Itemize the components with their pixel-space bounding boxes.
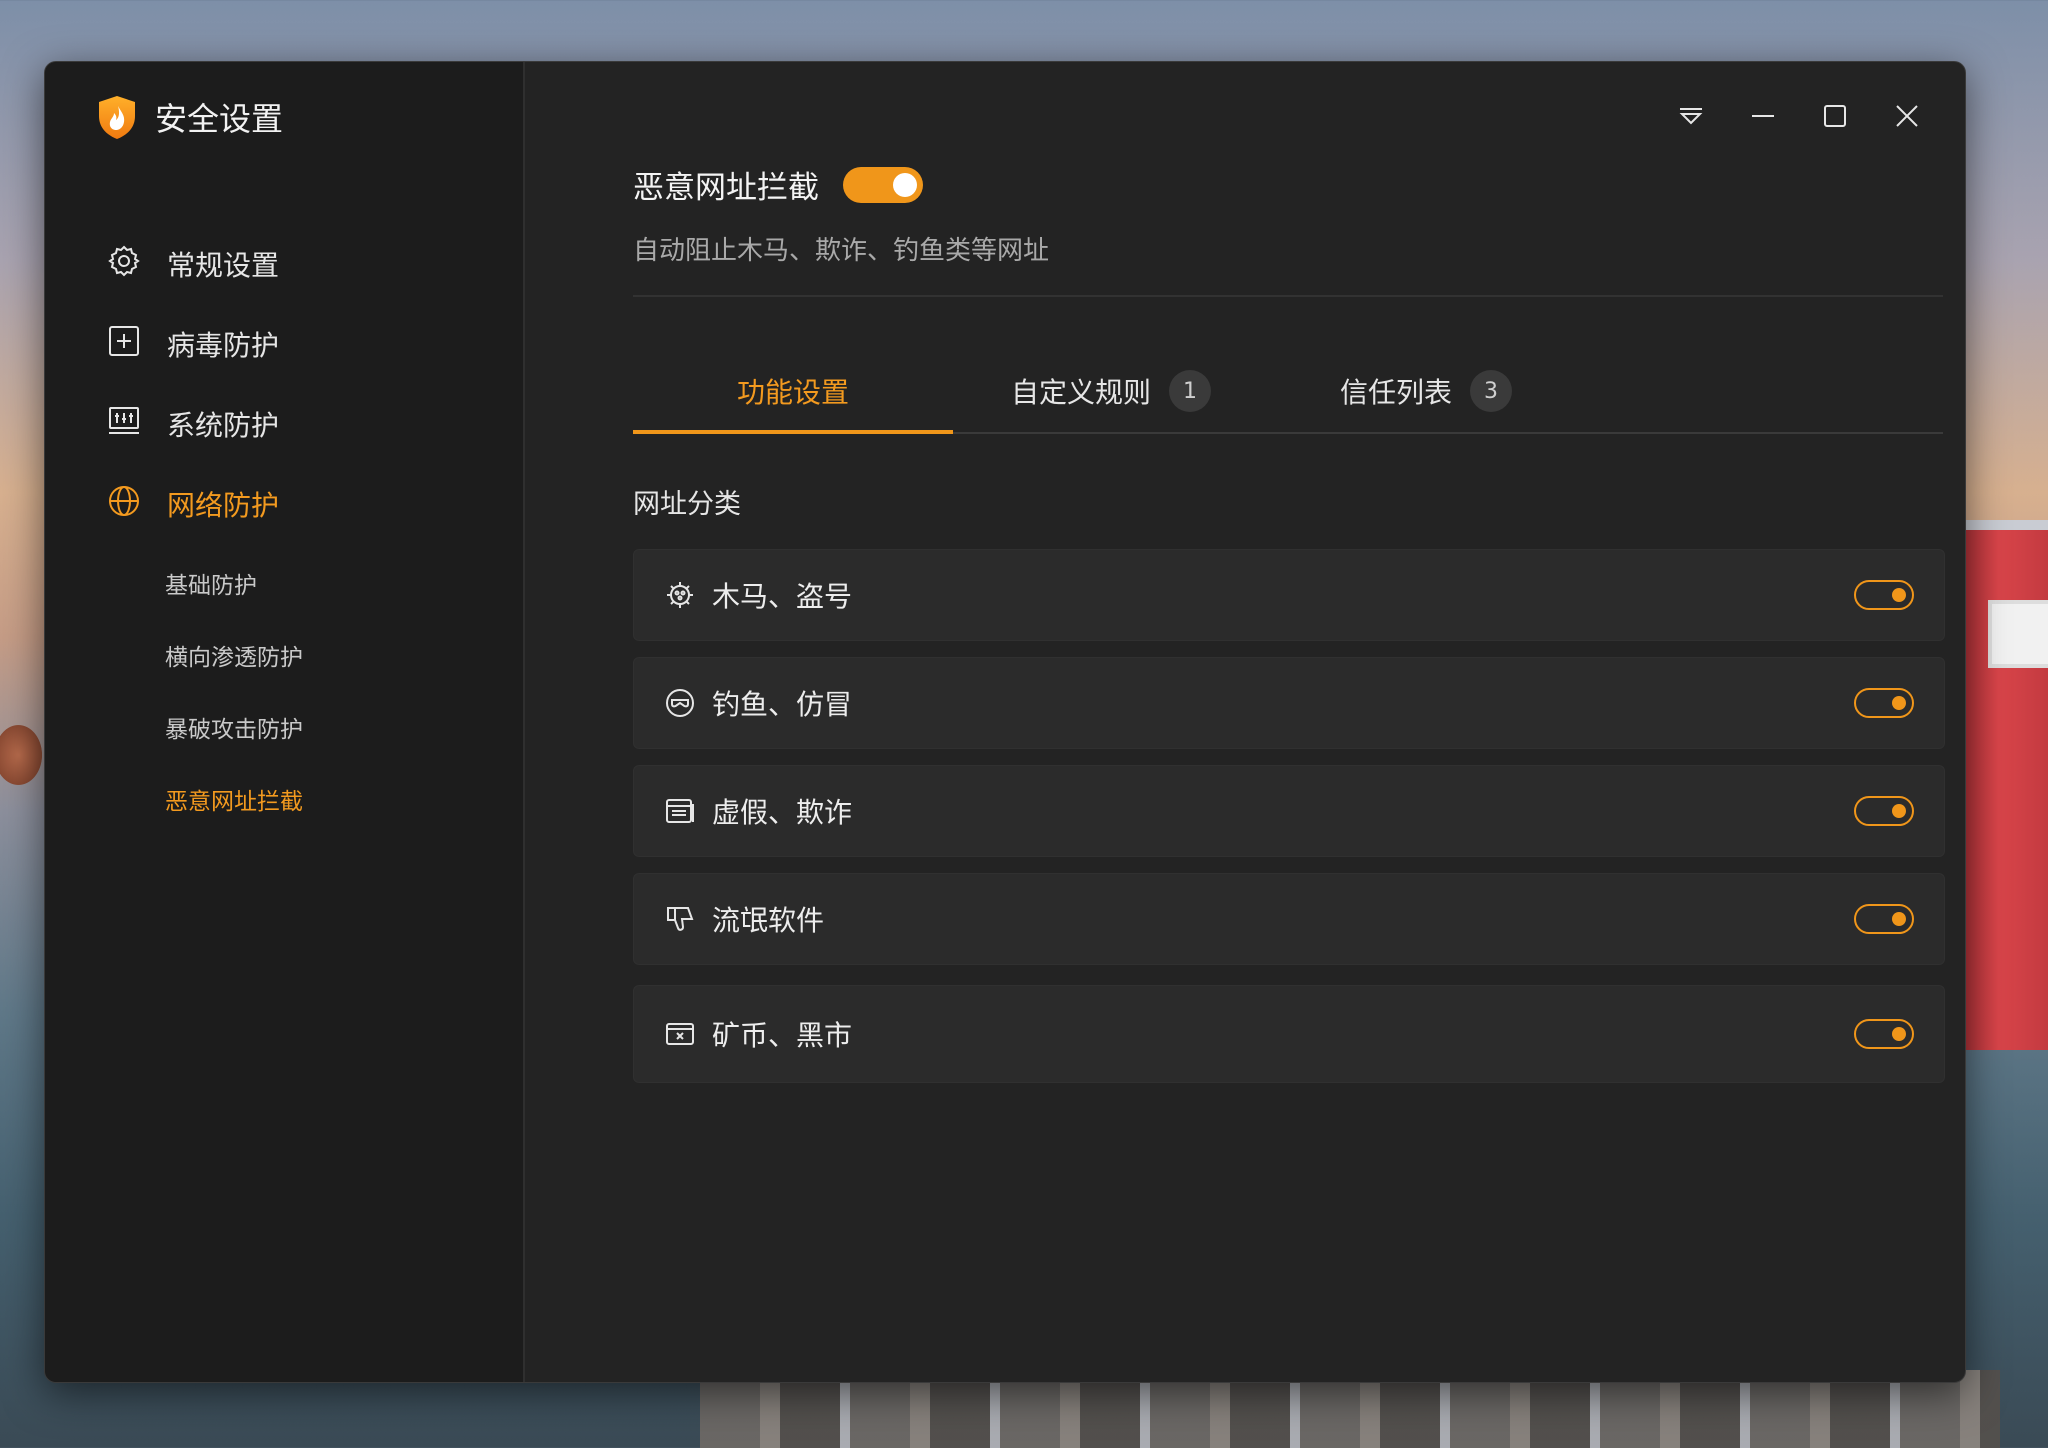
tab-trust-list[interactable]: 信任列表 3 xyxy=(1340,352,1513,430)
dropdown-icon[interactable] xyxy=(1673,98,1709,134)
feature-header: 恶意网址拦截 xyxy=(633,162,923,207)
category-row-phishing[interactable]: 钓鱼、仿冒 xyxy=(633,657,1945,749)
mask-icon xyxy=(664,687,696,719)
maximize-icon[interactable] xyxy=(1817,98,1853,134)
background-rocks xyxy=(0,720,46,790)
tab-custom-rules[interactable]: 自定义规则 1 xyxy=(1011,352,1212,430)
divider xyxy=(633,295,1943,297)
category-toggle[interactable] xyxy=(1854,580,1914,610)
tab-badge: 1 xyxy=(1169,370,1212,412)
sidebar-item-label: 网络防护 xyxy=(167,489,280,522)
sidebar-item-label: 病毒防护 xyxy=(167,329,280,362)
category-toggle[interactable] xyxy=(1854,1019,1914,1049)
sidebar-item-network-protection[interactable]: 网络防护 xyxy=(107,479,279,529)
blocked-window-icon xyxy=(664,1018,696,1050)
feature-description: 自动阻止木马、欺诈、钓鱼类等网址 xyxy=(633,236,1050,266)
sidebar: 安全设置 常规设置 病毒防护 系统防护 网络防护 基础防护 横向渗透防护 暴破攻… xyxy=(45,62,525,1382)
sidebar-subitem-malicious-url[interactable]: 恶意网址拦截 xyxy=(165,782,303,816)
app-window: 安全设置 常规设置 病毒防护 系统防护 网络防护 基础防护 横向渗透防护 暴破攻… xyxy=(44,61,1966,1383)
sidebar-subitem-basic[interactable]: 基础防护 xyxy=(165,566,257,600)
tab-active-indicator xyxy=(633,430,953,434)
category-toggle[interactable] xyxy=(1854,904,1914,934)
sidebar-item-system-protection[interactable]: 系统防护 xyxy=(107,399,279,449)
category-label: 钓鱼、仿冒 xyxy=(712,688,853,721)
category-toggle[interactable] xyxy=(1854,796,1914,826)
background-red-house xyxy=(1966,520,2048,1050)
thumbs-down-icon xyxy=(664,903,696,935)
category-row-fraud[interactable]: 虚假、欺诈 xyxy=(633,765,1945,857)
tab-function-settings[interactable]: 功能设置 xyxy=(737,352,849,430)
tab-label: 功能设置 xyxy=(737,376,850,409)
feature-title: 恶意网址拦截 xyxy=(633,170,819,206)
window-controls xyxy=(1673,98,1925,134)
app-title: 安全设置 xyxy=(155,100,284,138)
sidebar-item-general[interactable]: 常规设置 xyxy=(107,239,279,289)
tab-label: 信任列表 xyxy=(1340,376,1453,409)
tab-label: 自定义规则 xyxy=(1011,376,1152,409)
sidebar-subitem-bruteforce[interactable]: 暴破攻击防护 xyxy=(165,710,303,744)
category-toggle[interactable] xyxy=(1854,688,1914,718)
category-row-trojan[interactable]: 木马、盗号 xyxy=(633,549,1945,641)
category-row-rogue-software[interactable]: 流氓软件 xyxy=(633,873,1945,965)
sidebar-item-label: 常规设置 xyxy=(167,249,280,282)
section-label: 网址分类 xyxy=(633,489,741,520)
tab-badge: 3 xyxy=(1470,370,1513,412)
category-row-mining-blackmarket[interactable]: 矿币、黑市 xyxy=(633,985,1945,1083)
category-label: 矿币、黑市 xyxy=(712,1019,853,1052)
globe-icon xyxy=(107,484,141,525)
gear-icon xyxy=(107,244,141,285)
virus-icon xyxy=(664,579,696,611)
app-title-bar: 安全设置 xyxy=(97,92,283,142)
close-icon[interactable] xyxy=(1889,98,1925,134)
system-monitor-icon xyxy=(107,404,141,445)
category-label: 流氓软件 xyxy=(712,904,825,937)
feature-toggle[interactable] xyxy=(843,166,923,203)
sidebar-subitem-lateral[interactable]: 横向渗透防护 xyxy=(165,638,303,672)
sidebar-item-label: 系统防护 xyxy=(167,409,280,442)
category-label: 木马、盗号 xyxy=(712,580,853,613)
fake-page-icon xyxy=(664,795,696,827)
sidebar-item-virus-protection[interactable]: 病毒防护 xyxy=(107,319,279,369)
tab-bar: 功能设置 自定义规则 1 信任列表 3 xyxy=(633,352,1943,434)
minimize-icon[interactable] xyxy=(1745,98,1781,134)
category-label: 虚假、欺诈 xyxy=(712,796,853,829)
shield-logo-icon xyxy=(97,94,137,140)
main-panel: 恶意网址拦截 自动阻止木马、欺诈、钓鱼类等网址 功能设置 自定义规则 1 信任列… xyxy=(523,62,1965,1382)
plus-square-icon xyxy=(107,324,141,365)
